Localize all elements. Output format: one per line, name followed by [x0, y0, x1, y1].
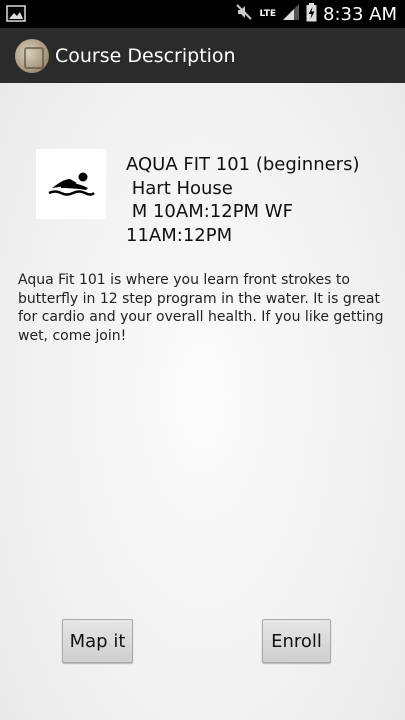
app-logo-icon[interactable]: [15, 38, 49, 73]
course-info: AQUA FIT 101 (beginners) Hart House M 10…: [126, 154, 360, 246]
clock: 8:33 AM: [323, 3, 397, 25]
status-bar: LTE 8:33 AM: [0, 0, 405, 28]
signal-icon: [282, 3, 300, 25]
page-title: Course Description: [55, 44, 236, 67]
battery-charging-icon: [306, 2, 317, 26]
enroll-button[interactable]: Enroll: [262, 619, 331, 663]
mute-icon: [235, 3, 253, 25]
action-bar: Course Description: [0, 28, 405, 83]
network-type: LTE: [259, 8, 276, 19]
gallery-icon: [6, 5, 26, 26]
course-description: Aqua Fit 101 is where you learn front st…: [18, 272, 384, 344]
map-it-button[interactable]: Map it: [62, 619, 133, 663]
swimmer-icon: [36, 149, 106, 219]
